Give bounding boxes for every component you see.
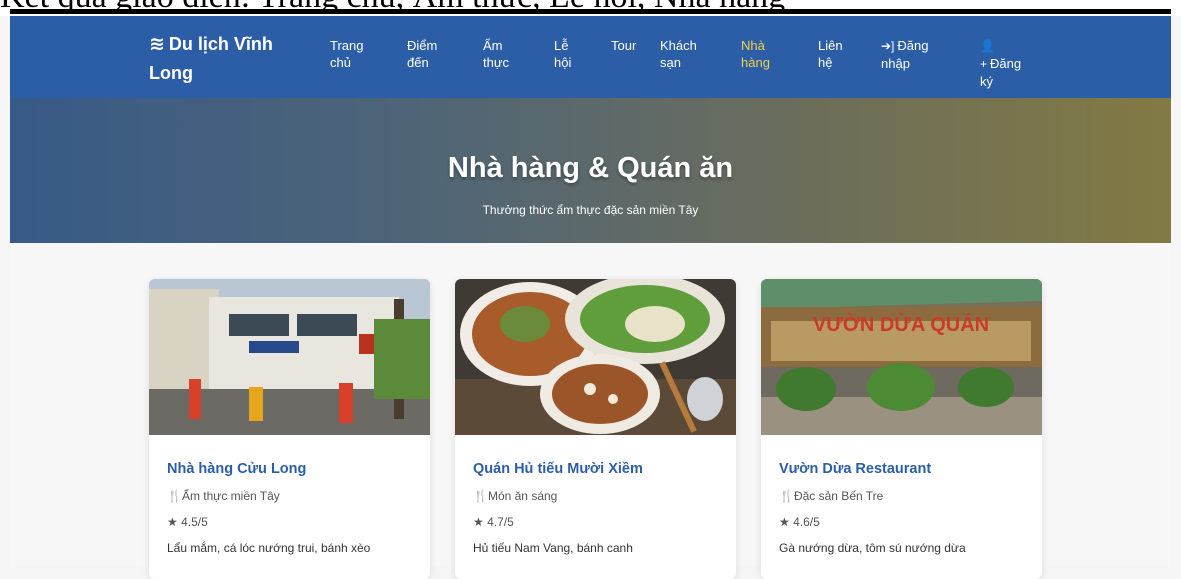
restaurant-category: 🍴Món ăn sáng <box>473 489 557 503</box>
nav-label: Nhà hàng <box>741 38 770 70</box>
restaurant-rating: ★ 4.6/5 <box>779 515 820 529</box>
nav-item-register[interactable]: 👤+ Đăng ký <box>980 37 1035 90</box>
hero-banner: Nhà hàng & Quán ăn Thưởng thức ẩm thực đ… <box>10 98 1171 243</box>
nav-item-hotels[interactable]: Khách sạn <box>660 37 710 71</box>
navbar: ≋ Du lịch Vĩnh Long Trang chủ Điểm đến Ẩm… <box>10 16 1171 98</box>
rating-label: 4.6/5 <box>793 515 820 529</box>
nav-item-login[interactable]: ➔] Đăng nhập <box>881 37 943 72</box>
nav-item-cuisine[interactable]: Ẩm thực <box>483 37 523 71</box>
nav-label: Điểm đến <box>407 38 438 70</box>
document-header-strip: Kết quả giao diện: Trang chủ, Ẩm thực, L… <box>0 0 1181 16</box>
nav-item-destinations[interactable]: Điểm đến <box>407 37 447 71</box>
nav-item-restaurants[interactable]: Nhà hàng <box>741 37 781 71</box>
star-icon: ★ <box>779 515 790 529</box>
category-label: Món ăn sáng <box>487 489 558 503</box>
nav-label: Khách sạn <box>660 38 697 70</box>
restaurant-description: Lẩu mắm, cá lóc nướng trui, bánh xèo <box>167 541 371 555</box>
page-title: Nhà hàng & Quán ăn <box>447 152 734 184</box>
nav-label: Ẩm thực <box>483 38 510 70</box>
nav-item-home[interactable]: Trang chủ <box>330 37 380 71</box>
category-label: Ẩm thực miền Tây <box>181 489 280 503</box>
nav-label: Tour <box>611 38 637 53</box>
restaurant-photo <box>455 279 736 435</box>
restaurant-card[interactable]: Quán Hủ tiếu Mười Xiềm 🍴Món ăn sáng ★ 4.… <box>455 279 736 579</box>
restaurant-card[interactable]: VƯỜN DỪA QUÁN Vườn Dừa Restaurant 🍴Đặc s… <box>761 279 1042 579</box>
brand-link[interactable]: ≋ Du lịch Vĩnh Long <box>149 30 299 87</box>
sign-in-icon: ➔] <box>881 39 895 53</box>
star-icon: ★ <box>167 515 178 529</box>
category-label: Đặc sản Bến Tre <box>793 489 884 503</box>
nav-label: Trang chủ <box>330 38 364 70</box>
restaurant-name[interactable]: Vườn Dừa Restaurant <box>779 461 931 477</box>
restaurant-description: Gà nướng dừa, tôm sú nướng dừa <box>779 541 966 555</box>
nav-label: Lễ hội <box>554 38 572 70</box>
nav-item-contact[interactable]: Liên hệ <box>818 37 858 71</box>
water-waves-icon: ≋ <box>149 34 165 55</box>
nav-item-tour[interactable]: Tour <box>611 37 651 54</box>
restaurant-card[interactable]: Nhà hàng Cửu Long 🍴Ẩm thực miền Tây ★ 4.… <box>149 279 430 579</box>
utensils-icon: 🍴 <box>167 489 182 503</box>
restaurant-category: 🍴Đặc sản Bến Tre <box>779 489 883 503</box>
restaurant-name[interactable]: Quán Hủ tiếu Mười Xiềm <box>473 461 643 477</box>
nav-label: Liên hệ <box>818 38 843 70</box>
restaurant-photo: VƯỜN DỪA QUÁN <box>761 279 1042 435</box>
page-subtitle: Thưởng thức ẩm thực đặc sản miền Tây <box>482 203 699 217</box>
restaurant-rating: ★ 4.7/5 <box>473 515 514 529</box>
brand-name: Du lịch Vĩnh Long <box>149 34 273 83</box>
nav-item-festivals[interactable]: Lễ hội <box>554 37 584 71</box>
restaurant-description: Hủ tiếu Nam Vang, bánh canh <box>473 541 633 555</box>
utensils-icon: 🍴 <box>779 489 794 503</box>
restaurant-photo <box>149 279 430 435</box>
star-icon: ★ <box>473 515 484 529</box>
restaurant-name[interactable]: Nhà hàng Cửu Long <box>167 461 306 477</box>
utensils-icon: 🍴 <box>473 489 488 503</box>
restaurant-rating: ★ 4.5/5 <box>167 515 208 529</box>
restaurant-category: 🍴Ẩm thực miền Tây <box>167 489 280 503</box>
sign-text: VƯỜN DỪA QUÁN <box>813 312 989 336</box>
rating-label: 4.7/5 <box>487 515 514 529</box>
header-divider <box>10 9 1171 14</box>
rating-label: 4.5/5 <box>181 515 208 529</box>
